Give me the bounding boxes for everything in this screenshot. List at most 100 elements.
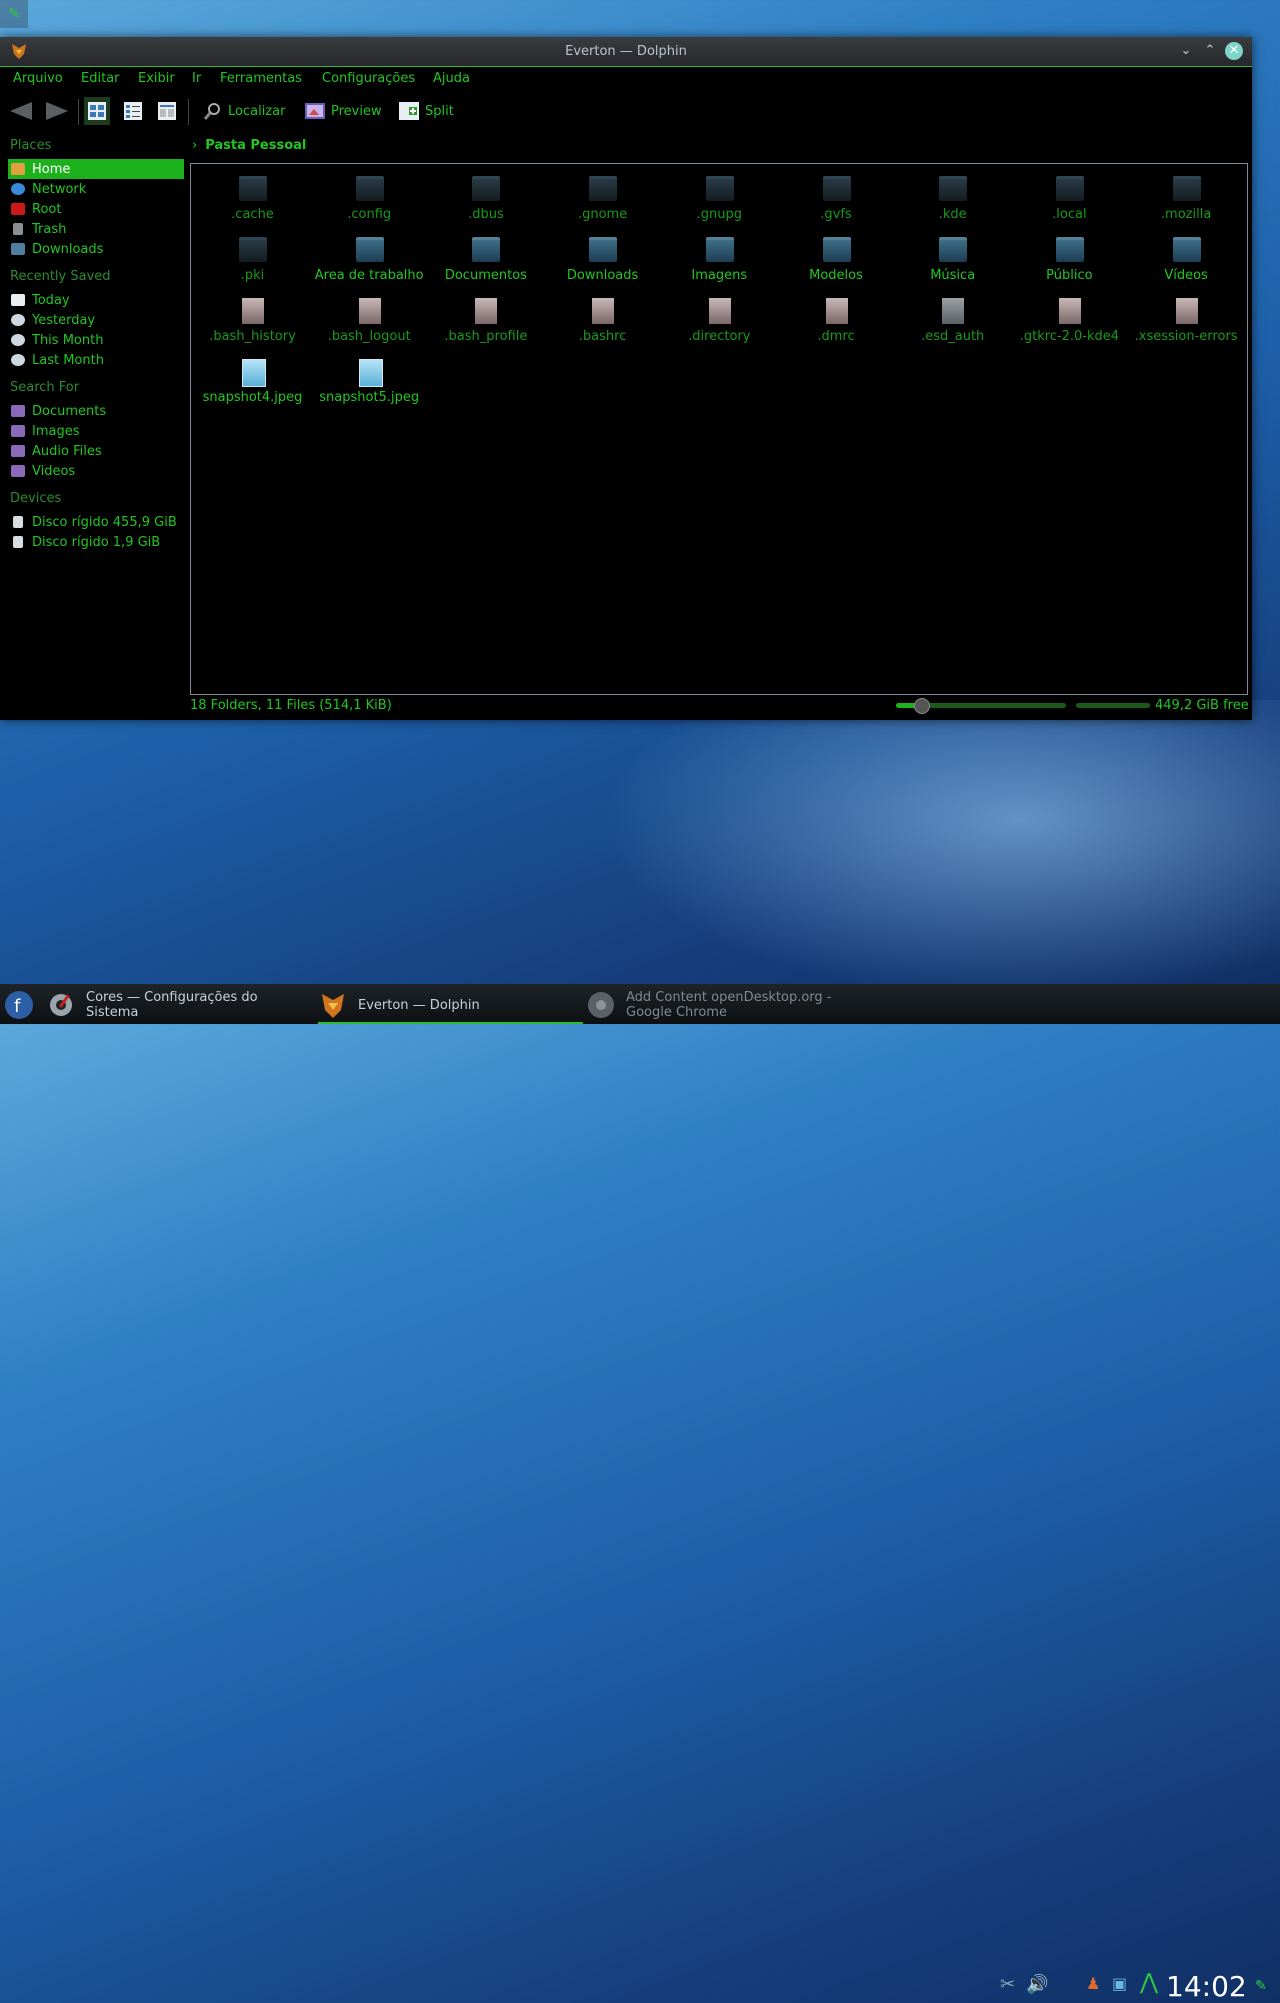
- sidebar-item-disk-2[interactable]: Disco rígido 1,9 GiB: [8, 532, 184, 552]
- notification-icon[interactable]: ♟: [1086, 1974, 1100, 1993]
- file-item[interactable]: Área de trabalho: [311, 225, 428, 283]
- volume-icon[interactable]: 🔊: [1026, 1974, 1048, 1995]
- text-file-icon: [592, 298, 615, 324]
- search-videos-icon: [11, 465, 25, 477]
- file-item[interactable]: .gvfs: [778, 164, 895, 222]
- folder-icon: [939, 237, 968, 262]
- wrench-icon[interactable]: ✎: [0, 0, 28, 28]
- close-icon[interactable]: ✕: [1225, 42, 1243, 60]
- text-file-icon: [475, 298, 498, 324]
- file-item[interactable]: .dbus: [427, 164, 544, 222]
- find-button[interactable]: Localizar: [204, 99, 285, 123]
- file-item[interactable]: .bash_logout: [311, 286, 428, 344]
- search-audio-icon: [11, 445, 25, 457]
- file-item[interactable]: .cache: [194, 164, 311, 222]
- file-name: .kde: [938, 207, 967, 222]
- details-view-button[interactable]: [124, 99, 142, 123]
- application-launcher[interactable]: f: [4, 988, 44, 1022]
- search-heading: Search For: [10, 380, 80, 395]
- file-item[interactable]: .xsession-errors: [1128, 286, 1245, 344]
- preview-label: Preview: [331, 103, 382, 119]
- menu-exibir[interactable]: Exibir: [138, 71, 175, 86]
- task-chrome[interactable]: Add Content openDesktop.org - Google Chr…: [586, 988, 856, 1022]
- file-name: snapshot5.jpeg: [319, 390, 420, 405]
- sidebar-item-root[interactable]: Root: [8, 199, 184, 219]
- maximize-icon[interactable]: ⌃: [1201, 42, 1219, 60]
- file-item[interactable]: .dmrc: [778, 286, 895, 344]
- file-item[interactable]: .gnome: [544, 164, 661, 222]
- clock[interactable]: 14:02: [1166, 1970, 1247, 2003]
- file-item[interactable]: .kde: [894, 164, 1011, 222]
- sidebar-item-this-month[interactable]: This Month: [8, 330, 184, 350]
- file-item[interactable]: Modelos: [778, 225, 895, 283]
- sidebar-item-search-images[interactable]: Images: [8, 421, 184, 441]
- menu-configuracoes[interactable]: Configurações: [322, 71, 415, 86]
- file-item[interactable]: .local: [1011, 164, 1128, 222]
- scissors-icon[interactable]: ✂: [1000, 1974, 1015, 1995]
- window-titlebar[interactable]: Everton — Dolphin ⌄ ⌃ ✕: [0, 37, 1252, 67]
- breadcrumb-home[interactable]: Pasta Pessoal: [205, 138, 306, 153]
- text-file-icon: [242, 298, 264, 324]
- file-item[interactable]: Vídeos: [1128, 225, 1245, 283]
- task-dolphin[interactable]: Everton — Dolphin: [318, 988, 583, 1024]
- globe-icon: [11, 183, 25, 195]
- columns-view-button[interactable]: [158, 99, 176, 123]
- file-item[interactable]: .mozilla: [1128, 164, 1245, 222]
- home-icon: [11, 163, 25, 175]
- sidebar-item-search-audio[interactable]: Audio Files: [8, 441, 184, 461]
- folder-icon: [1172, 237, 1201, 262]
- file-item[interactable]: Imagens: [661, 225, 778, 283]
- file-name: Música: [930, 268, 976, 283]
- split-button[interactable]: Split: [399, 99, 454, 123]
- menu-ajuda[interactable]: Ajuda: [433, 71, 470, 86]
- file-item[interactable]: .gnupg: [661, 164, 778, 222]
- sidebar-item-network[interactable]: Network: [8, 179, 184, 199]
- file-item[interactable]: snapshot5.jpeg: [311, 347, 428, 405]
- sidebar-item-downloads[interactable]: Downloads: [8, 239, 184, 259]
- menu-arquivo[interactable]: Arquivo: [13, 71, 63, 86]
- file-view[interactable]: .cache .config .dbus .gnome .gnupg .gvfs .kde.…: [190, 163, 1248, 695]
- sidebar-item-yesterday[interactable]: Yesterday: [8, 310, 184, 330]
- sidebar-item-trash[interactable]: Trash: [8, 219, 184, 239]
- file-item[interactable]: .gtkrc-2.0-kde4: [1011, 286, 1128, 344]
- sidebar-item-home[interactable]: Home: [8, 159, 184, 179]
- preview-button[interactable]: Preview: [305, 99, 382, 123]
- sidebar-item-last-month[interactable]: Last Month: [8, 350, 184, 370]
- forward-button[interactable]: [46, 99, 68, 123]
- file-item[interactable]: .pki: [194, 225, 311, 283]
- folder-icon: [239, 176, 267, 201]
- icons-view-button[interactable]: [84, 97, 110, 125]
- menu-ferramentas[interactable]: Ferramentas: [220, 71, 302, 86]
- file-item[interactable]: .directory: [661, 286, 778, 344]
- text-file-icon: [1175, 298, 1198, 324]
- text-file-icon: [358, 298, 381, 324]
- file-item[interactable]: .bashrc: [544, 286, 661, 344]
- folder-icon: [589, 237, 618, 262]
- file-item[interactable]: Música: [894, 225, 1011, 283]
- file-item[interactable]: snapshot4.jpeg: [194, 347, 311, 405]
- search-documents-icon: [11, 405, 25, 417]
- sidebar-item-disk-1[interactable]: Disco rígido 455,9 GiB: [8, 512, 184, 532]
- menu-editar[interactable]: Editar: [81, 71, 120, 86]
- update-icon[interactable]: ⋀: [1140, 1970, 1158, 1995]
- menu-ir[interactable]: Ir: [192, 71, 201, 86]
- file-item[interactable]: .config: [311, 164, 428, 222]
- device-notifier-icon[interactable]: ▣: [1112, 1974, 1127, 1993]
- zoom-slider[interactable]: [896, 698, 1066, 714]
- file-item[interactable]: .bash_history: [194, 286, 311, 344]
- file-item[interactable]: Downloads: [544, 225, 661, 283]
- minimize-icon[interactable]: ⌄: [1177, 42, 1195, 60]
- sidebar-item-search-documents[interactable]: Documents: [8, 401, 184, 421]
- panel-toolbox-icon[interactable]: ✎: [1255, 1978, 1267, 1994]
- file-item[interactable]: .bash_profile: [427, 286, 544, 344]
- back-button[interactable]: [10, 99, 32, 123]
- sidebar-item-today[interactable]: Today: [8, 290, 184, 310]
- task-system-settings[interactable]: Cores — Configurações do Sistema: [46, 988, 306, 1022]
- file-item[interactable]: Documentos: [427, 225, 544, 283]
- hard-disk-icon: [13, 536, 23, 548]
- file-item[interactable]: .esd_auth: [894, 286, 1011, 344]
- file-item[interactable]: Público: [1011, 225, 1128, 283]
- breadcrumb[interactable]: › Pasta Pessoal: [192, 138, 306, 153]
- sidebar-item-search-videos[interactable]: Videos: [8, 461, 184, 481]
- zoom-slider-handle[interactable]: [914, 698, 930, 714]
